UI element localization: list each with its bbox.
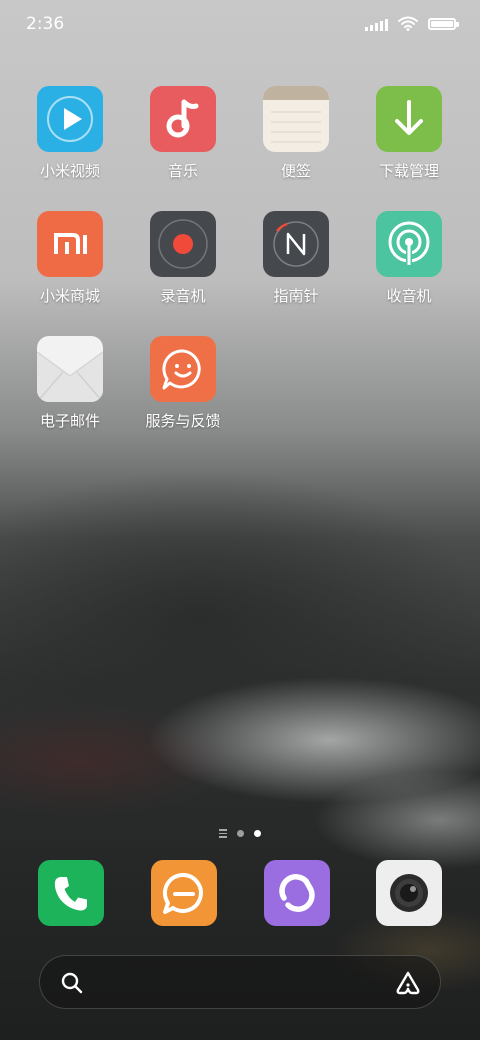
app-label: 小米视频 — [39, 162, 100, 180]
status-bar: 2:36 — [0, 0, 480, 50]
app-service-feedback[interactable]: 服务与反馈 — [128, 336, 238, 431]
app-label: 音乐 — [167, 162, 198, 180]
camera-icon — [390, 874, 428, 912]
notes-icon — [263, 86, 329, 152]
radio-icon — [376, 211, 442, 277]
dock-camera-button[interactable] — [376, 860, 442, 926]
smiley-chat-icon — [150, 336, 216, 402]
app-label: 小米商城 — [39, 287, 100, 305]
app-label: 录音机 — [160, 287, 206, 305]
page-indicator[interactable] — [0, 829, 480, 838]
app-label: 收音机 — [386, 287, 432, 305]
video-play-icon — [37, 86, 103, 152]
app-label: 便签 — [280, 162, 311, 180]
app-label: 下载管理 — [378, 162, 439, 180]
search-bar[interactable] — [39, 955, 441, 1009]
app-radio[interactable]: 收音机 — [354, 211, 464, 306]
record-icon — [150, 211, 216, 277]
compass-icon — [263, 211, 329, 277]
app-xiaomi-mall[interactable]: 小米商城 — [15, 211, 125, 306]
app-xiaomi-video[interactable]: 小米视频 — [15, 86, 125, 181]
app-download-manager[interactable]: 下载管理 — [354, 86, 464, 181]
music-note-icon — [150, 86, 216, 152]
download-arrow-icon — [376, 86, 442, 152]
page-dot-active — [254, 829, 261, 837]
dock-phone-button[interactable] — [38, 860, 104, 926]
status-icons — [365, 16, 459, 31]
mi-logo-icon — [37, 211, 103, 277]
dock-browser-button[interactable] — [264, 860, 330, 926]
message-bubble-icon — [162, 872, 203, 914]
status-time: 2:36 — [26, 14, 65, 34]
app-label: 服务与反馈 — [145, 412, 221, 430]
app-email[interactable]: 电子邮件 — [15, 336, 125, 431]
browser-icon — [279, 874, 315, 912]
wifi-icon — [398, 16, 418, 31]
app-music[interactable]: 音乐 — [128, 86, 238, 181]
battery-level — [431, 20, 453, 27]
app-label: 指南针 — [273, 287, 319, 305]
envelope-icon — [37, 336, 103, 402]
signal-icon — [365, 17, 388, 31]
assistant-icon[interactable] — [394, 970, 422, 996]
app-label: 电子邮件 — [39, 412, 100, 430]
menu-lines-icon — [219, 829, 227, 838]
phone-icon — [54, 877, 87, 911]
search-icon[interactable] — [60, 971, 84, 995]
app-notes[interactable]: 便签 — [241, 86, 351, 181]
page-dot — [237, 829, 244, 837]
battery-icon — [428, 17, 459, 30]
app-recorder[interactable]: 录音机 — [128, 211, 238, 306]
app-compass[interactable]: 指南针 — [241, 211, 351, 306]
dock-messages-button[interactable] — [151, 860, 217, 926]
